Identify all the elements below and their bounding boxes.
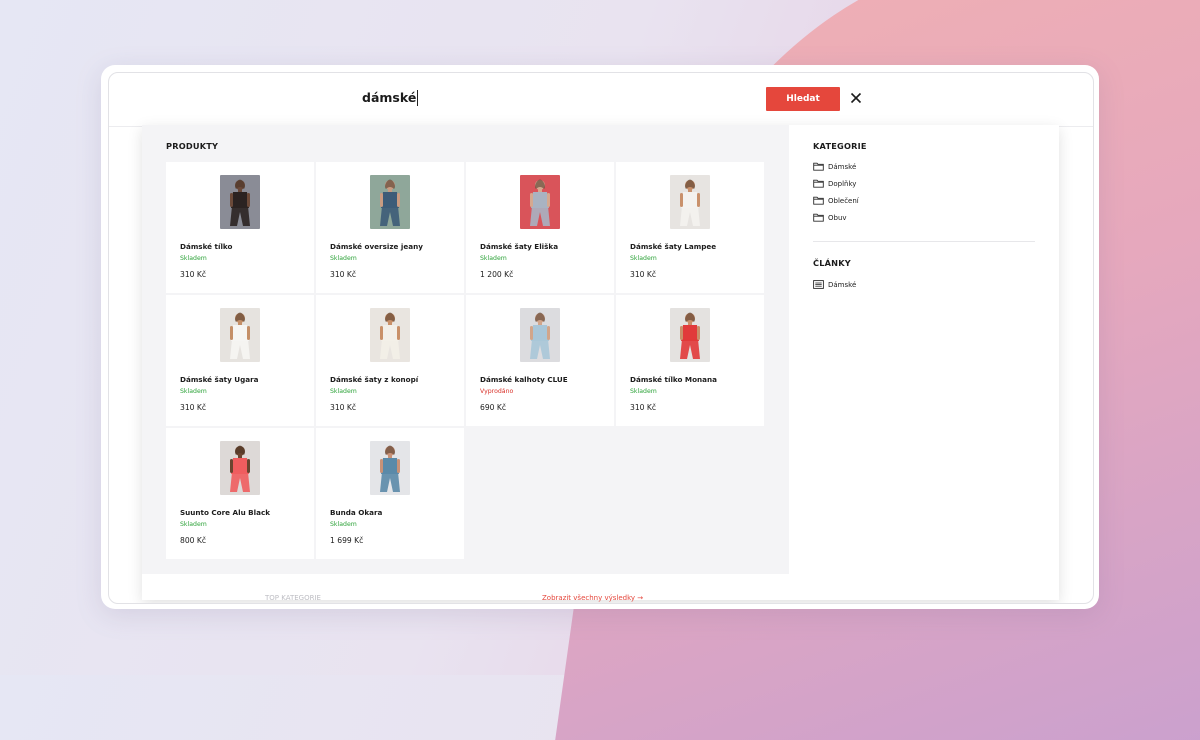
product-name[interactable]: Dámské oversize jeany [330, 242, 423, 251]
product-name[interactable]: Suunto Core Alu Black [180, 508, 270, 517]
product-image[interactable] [370, 441, 410, 495]
product-image[interactable] [220, 175, 260, 229]
category-item[interactable]: Dámské [813, 162, 856, 171]
categories-title: KATEGORIE [813, 141, 867, 151]
product-card[interactable]: Dámské šaty Eliška Skladem 1 200 Kč [466, 162, 614, 293]
product-card[interactable]: Suunto Core Alu Black Skladem 800 Kč [166, 428, 314, 559]
category-label: Doplňky [828, 179, 857, 188]
stock-status: Skladem [480, 255, 507, 262]
close-icon[interactable] [847, 89, 865, 107]
product-image[interactable] [670, 175, 710, 229]
product-price: 310 Kč [180, 270, 207, 279]
product-price: 310 Kč [330, 403, 357, 412]
product-card[interactable]: Bunda Okara Skladem 1 699 Kč [316, 428, 464, 559]
stock-status: Skladem [630, 255, 657, 262]
product-price: 1 200 Kč [480, 270, 514, 279]
divider [813, 241, 1035, 242]
folder-icon [813, 196, 824, 205]
category-label: Dámské [828, 162, 857, 171]
stock-status: Skladem [330, 521, 357, 528]
search-button[interactable]: Hledat [766, 87, 840, 111]
folder-icon [813, 162, 824, 171]
product-name[interactable]: Dámské šaty z konopí [330, 375, 418, 384]
stock-status: Skladem [630, 388, 657, 395]
products-title: PRODUKTY [166, 141, 219, 151]
stock-status: Vyprodáno [480, 388, 514, 395]
stock-status: Skladem [180, 388, 207, 395]
sidebar: KATEGORIE Dámské Doplňky Oblečení Obuv ČLÁN… [813, 125, 1035, 565]
product-card[interactable]: Dámské kalhoty CLUE Vyprodáno 690 Kč [466, 295, 614, 426]
product-image[interactable] [220, 308, 260, 362]
top-categories-label: TOP KATEGORIE [265, 594, 321, 602]
product-price: 310 Kč [180, 403, 207, 412]
product-card[interactable]: Dámské tílko Monana Skladem 310 Kč [616, 295, 764, 426]
category-label: Obuv [828, 213, 847, 222]
browser-frame: dámské Hledat PRODUKTY Dámské tílko Sklad… [101, 65, 1099, 609]
product-name[interactable]: Dámské tílko Monana [630, 375, 717, 384]
stock-status: Skladem [180, 521, 207, 528]
category-label: Oblečení [828, 196, 859, 205]
products-section: PRODUKTY Dámské tílko Skladem 310 Kč Dámské… [142, 125, 789, 574]
product-card[interactable]: Dámské tílko Skladem 310 Kč [166, 162, 314, 293]
folder-icon [813, 179, 824, 188]
product-price: 310 Kč [630, 403, 657, 412]
product-price: 310 Kč [630, 270, 657, 279]
product-image[interactable] [370, 308, 410, 362]
product-image[interactable] [220, 441, 260, 495]
product-name[interactable]: Dámské šaty Eliška [480, 242, 558, 251]
product-price: 690 Kč [480, 403, 507, 412]
search-bar: dámské Hledat [109, 73, 1093, 127]
product-name[interactable]: Dámské šaty Ugara [180, 375, 259, 384]
stock-status: Skladem [180, 255, 207, 262]
product-card[interactable]: Dámské oversize jeany Skladem 310 Kč [316, 162, 464, 293]
product-card[interactable]: Dámské šaty Lampee Skladem 310 Kč [616, 162, 764, 293]
folder-icon [813, 213, 824, 222]
search-results-dropdown: PRODUKTY Dámské tílko Skladem 310 Kč Dámské… [142, 125, 1059, 602]
page-viewport: dámské Hledat PRODUKTY Dámské tílko Sklad… [108, 72, 1094, 604]
product-card[interactable]: Dámské šaty z konopí Skladem 310 Kč [316, 295, 464, 426]
product-name[interactable]: Dámské tílko [180, 242, 232, 251]
product-name[interactable]: Dámské kalhoty CLUE [480, 375, 568, 384]
product-image[interactable] [670, 308, 710, 362]
article-icon [813, 280, 824, 289]
search-input[interactable]: dámské [362, 90, 419, 106]
product-name[interactable]: Dámské šaty Lampee [630, 242, 716, 251]
articles-title: ČLÁNKY [813, 258, 851, 268]
category-item[interactable]: Obuv [813, 213, 847, 222]
product-image[interactable] [520, 175, 560, 229]
product-image[interactable] [370, 175, 410, 229]
stock-status: Skladem [330, 255, 357, 262]
product-image[interactable] [520, 308, 560, 362]
product-price: 800 Kč [180, 536, 207, 545]
show-all-results-link[interactable]: Zobrazit všechny výsledky → [542, 594, 643, 602]
category-item[interactable]: Oblečení [813, 196, 859, 205]
stock-status: Skladem [330, 388, 357, 395]
product-name[interactable]: Bunda Okara [330, 508, 382, 517]
product-price: 310 Kč [330, 270, 357, 279]
product-price: 1 699 Kč [330, 536, 364, 545]
article-item[interactable]: Dámské [813, 280, 856, 289]
product-card[interactable]: Dámské šaty Ugara Skladem 310 Kč [166, 295, 314, 426]
category-item[interactable]: Doplňky [813, 179, 856, 188]
article-label: Dámské [828, 280, 857, 289]
